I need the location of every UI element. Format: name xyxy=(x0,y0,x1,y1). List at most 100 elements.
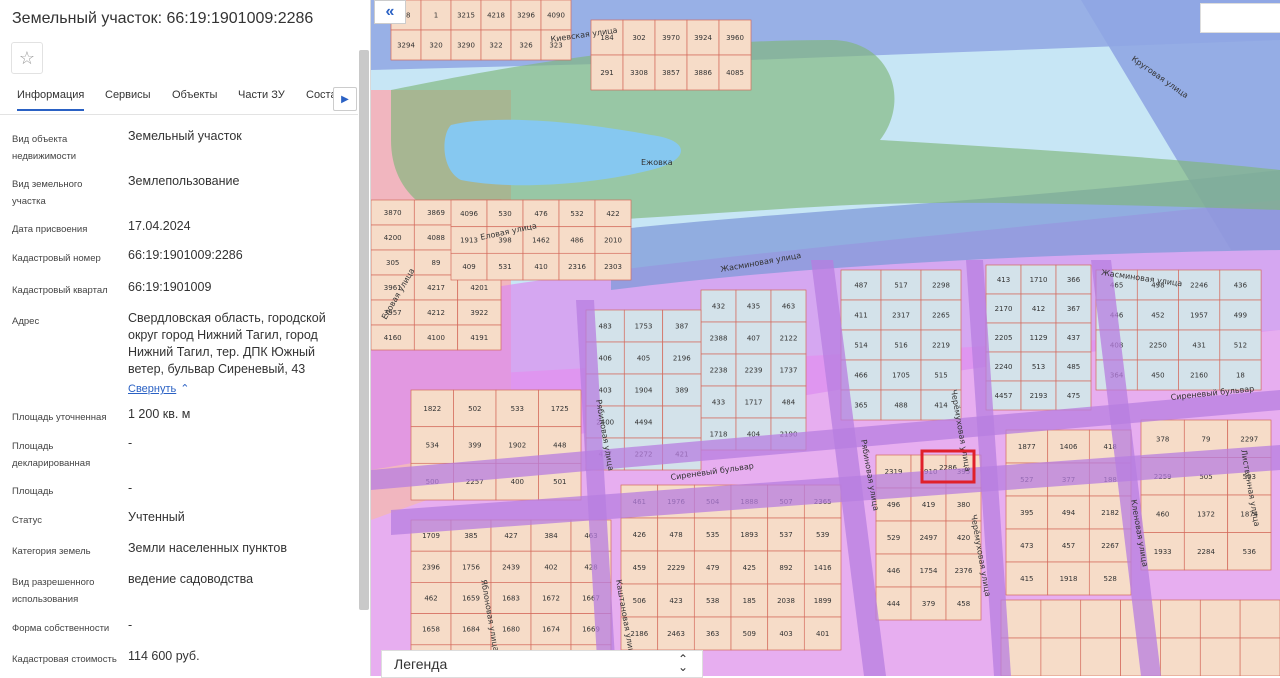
parcel[interactable] xyxy=(1160,637,1201,676)
map-canvas[interactable]: Ежовка 98 1 3215 4218 3296 40903294 320 3290 322… xyxy=(371,0,1280,676)
parcel-number: 494 xyxy=(1062,509,1076,517)
parcel-number: 1754 xyxy=(920,567,938,575)
tab-parts[interactable]: Части ЗУ xyxy=(238,89,285,101)
parcel-number: 3870 xyxy=(384,209,402,217)
field-label: Площадь xyxy=(12,486,54,497)
field-label: Форма собственности xyxy=(12,623,110,634)
parcel-number: 435 xyxy=(747,303,760,311)
parcel-number: 2303 xyxy=(604,263,622,271)
parcel-number: 1705 xyxy=(892,372,910,380)
parcel-number: 4088 xyxy=(427,234,445,242)
parcel-number: 3970 xyxy=(662,34,680,42)
parcel-number: 2388 xyxy=(710,335,728,343)
parcel-number: 3922 xyxy=(470,309,488,317)
parcel[interactable] xyxy=(1239,637,1280,676)
parcel-number: 79 xyxy=(1202,435,1211,443)
parcel[interactable] xyxy=(1160,599,1201,639)
parcel-number: 448 xyxy=(553,442,566,450)
parcel-number: 423 xyxy=(669,597,682,605)
parcel-number: 530 xyxy=(498,210,511,218)
parcel-number: 531 xyxy=(498,263,511,271)
parcel-number: 1684 xyxy=(462,626,480,634)
parcel-number: 415 xyxy=(1020,575,1033,583)
tab-objects[interactable]: Объекты xyxy=(172,89,217,101)
parcel[interactable] xyxy=(662,405,702,439)
field-value: 66:19:1901009 xyxy=(128,280,212,294)
parcel-number: 395 xyxy=(1020,509,1033,517)
parcel-number: 444 xyxy=(887,600,901,608)
parcel[interactable] xyxy=(1040,637,1082,676)
parcel-number: 403 xyxy=(779,630,792,638)
parcel-number: 485 xyxy=(1067,363,1080,371)
parcel-number: 496 xyxy=(887,501,901,509)
parcel[interactable] xyxy=(1080,637,1121,676)
parcel-number: 431 xyxy=(1192,342,1205,350)
parcel-number: 458 xyxy=(957,600,970,608)
legend-panel[interactable]: Легенда ⌃ ⌄ xyxy=(381,650,703,678)
parcel-number: 2193 xyxy=(1030,392,1048,400)
parcel-number: 411 xyxy=(854,312,867,320)
parcel[interactable] xyxy=(1239,599,1280,639)
parcel-number: 402 xyxy=(544,563,557,571)
lake-label: Ежовка xyxy=(641,158,673,167)
parcel-number: 4085 xyxy=(726,69,744,77)
parcel-number: 432 xyxy=(712,303,725,311)
parcel-number: 1680 xyxy=(502,626,520,634)
parcel-number: 529 xyxy=(887,534,900,542)
parcel-number: 1753 xyxy=(635,323,653,331)
parcel-number: 1674 xyxy=(542,626,560,634)
parcel-number: 3960 xyxy=(726,34,744,42)
collapse-panel-button[interactable]: « xyxy=(374,0,406,24)
parcel-number: 487 xyxy=(854,282,867,290)
field-value: 114 600 руб. xyxy=(128,649,200,663)
favorite-button[interactable]: ☆ xyxy=(11,42,43,74)
parcel-number: 2376 xyxy=(955,567,973,575)
parcel[interactable] xyxy=(1199,599,1241,639)
parcel-number: 532 xyxy=(570,210,583,218)
parcel-number: 515 xyxy=(934,372,947,380)
parcel-number: 4457 xyxy=(995,392,1013,400)
tab-information[interactable]: Информация xyxy=(17,89,85,111)
parcel-number: 506 xyxy=(633,597,647,605)
field-value: - xyxy=(128,436,133,450)
parcel-number: 892 xyxy=(779,564,792,572)
parcel-number: 3857 xyxy=(662,69,680,77)
parcel-number: 410 xyxy=(534,263,547,271)
parcel-number: 538 xyxy=(706,597,719,605)
parcel[interactable] xyxy=(1199,637,1241,676)
tab-composition[interactable]: Соста xyxy=(306,89,337,101)
parcel-number: 534 xyxy=(426,442,440,450)
parcel-number: 1129 xyxy=(1030,334,1048,342)
parcel-number: 517 xyxy=(894,282,907,290)
parcel-number: 452 xyxy=(1151,312,1164,320)
tabs-next-button[interactable]: ▶ xyxy=(333,87,357,111)
parcel-number: 1710 xyxy=(1030,276,1048,284)
parcel-number: 379 xyxy=(922,600,935,608)
parcel[interactable] xyxy=(1040,599,1082,639)
parcel[interactable] xyxy=(1080,599,1121,639)
panel-scrollbar[interactable] xyxy=(359,50,369,610)
map-search-box[interactable] xyxy=(1200,3,1280,33)
up-down-chevron-icon: ⌃ ⌄ xyxy=(677,652,688,674)
parcel-number: 2122 xyxy=(780,335,798,343)
field-label: Вид объекта недвижимости xyxy=(12,134,77,162)
collapse-address-link[interactable]: Свернуть ⌃ xyxy=(128,381,343,398)
tab-services[interactable]: Сервисы xyxy=(105,89,151,101)
parcel-number: 1718 xyxy=(710,431,728,439)
parcel-number: 1918 xyxy=(1060,575,1078,583)
parcel-number: 4201 xyxy=(470,284,488,292)
cadastral-map[interactable]: Ежовка 98 1 3215 4218 3296 4090 3294 320 3290 322… xyxy=(371,0,1280,676)
parcel-number: 516 xyxy=(894,342,908,350)
parcel-number: 1406 xyxy=(1060,443,1078,451)
info-panel: Земельный участок: 66:19:1901009:2286 ☆ … xyxy=(0,0,371,676)
parcel-number: 1 xyxy=(434,12,438,20)
field-label: Адрес xyxy=(12,316,40,327)
parcel-number: 466 xyxy=(854,372,868,380)
parcel-number: 1725 xyxy=(551,405,569,413)
field-label: Вид земельного участка xyxy=(12,179,83,207)
parcel-number: 4217 xyxy=(427,284,445,292)
parcel-number: 3215 xyxy=(457,12,475,20)
parcel-number: 365 xyxy=(854,402,867,410)
parcel-number: 4200 xyxy=(384,234,402,242)
field-label: Кадастровый квартал xyxy=(12,285,108,296)
